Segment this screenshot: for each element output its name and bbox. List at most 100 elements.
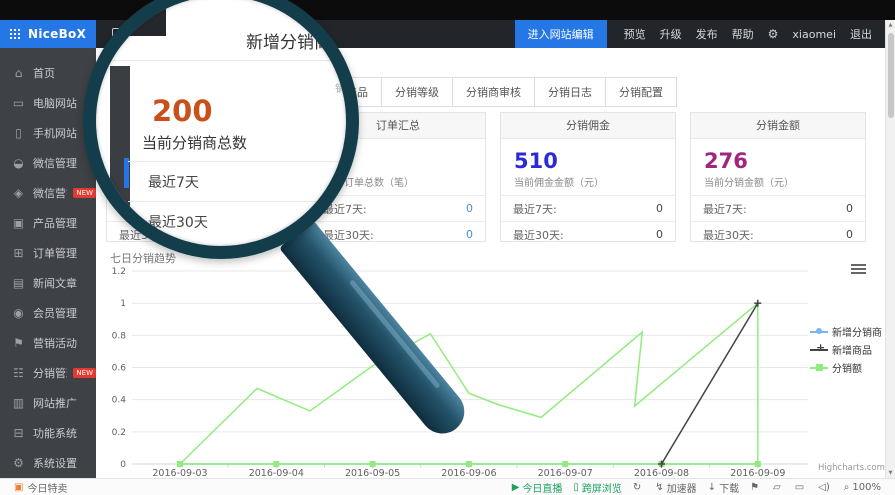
svg-text:0: 0 (120, 460, 126, 470)
status-bar-item-label: 今日直播 (522, 480, 562, 495)
enter-site-editor-button[interactable]: 进入网站编辑 (515, 20, 607, 48)
lens-ghost-row-text: 0天: (312, 220, 332, 235)
svg-text:2016-09-05: 2016-09-05 (345, 468, 400, 478)
sidebar-item-label: 微信管理 (33, 155, 77, 171)
status-bar-item[interactable]: ▯ 跨屏浏览 (573, 480, 622, 495)
card-label: 当前佣金金额（元） (514, 174, 675, 189)
username-menu[interactable]: xiaomei (792, 28, 836, 41)
sidebar-item-label: 新闻文章 (33, 275, 77, 291)
card-title: 分销金额 (691, 113, 865, 139)
row-value: 0 (656, 202, 663, 215)
status-bar-item[interactable]: ▭ (795, 482, 807, 493)
distribution-tab[interactable]: 分销配置 (605, 77, 677, 107)
sidebar-item-icon: ◈ (12, 186, 25, 200)
status-bar-item-icon: ↻ (633, 482, 641, 493)
svg-text:1.2: 1.2 (112, 267, 126, 277)
sidebar-item-icon: ▯ (12, 126, 25, 140)
sidebar-item-icon: ▥ (12, 396, 25, 410)
row-label: 最近30天: (513, 227, 564, 243)
sidebar: ⌂ 首页 ▭ 电脑网站 ▯ 手机网站 ◒ 微信管理 ◈ 微信营销 NEW ▣ 产… (0, 48, 96, 478)
status-bar-item-icon: ⚑ (750, 482, 759, 493)
header-link[interactable]: 帮助 (732, 26, 754, 42)
scrollbar-thumb[interactable] (888, 33, 894, 118)
card-label: 当前订单总数（笔） (324, 174, 485, 189)
nicebox-logo[interactable]: NiceBoX (0, 20, 96, 48)
row-value: 0 (466, 228, 473, 241)
svg-text:2016-09-06: 2016-09-06 (441, 468, 496, 478)
legend-item[interactable]: 分销额 (810, 360, 882, 375)
header-link[interactable]: 发布 (696, 26, 718, 42)
status-bar-item-icon: ↓ (708, 482, 716, 493)
gear-icon[interactable]: ⚙ (768, 27, 779, 41)
header-links: 预览 升级 发布 帮助 (617, 26, 761, 42)
svg-text:2016-09-08: 2016-09-08 (634, 468, 689, 478)
chart-legend: 新增分销商 +新增商品分销额 (810, 324, 882, 375)
status-bar-item-icon: ▱ (773, 482, 781, 493)
vertical-scrollbar[interactable]: ▲ ▼ (885, 20, 895, 478)
status-bar-item[interactable]: ↯ 加速器 (655, 480, 696, 495)
sidebar-item[interactable]: ▤ 新闻文章 (0, 268, 96, 298)
highcharts-credit: Highcharts.com (818, 463, 885, 473)
status-bar-item-icon: ▶ (512, 482, 520, 493)
sidebar-item-label: 微信营销 (33, 185, 67, 201)
card-value: 510 (514, 148, 675, 174)
status-bar-item[interactable]: ◁) (818, 482, 833, 493)
sidebar-item-label: 电脑网站 (33, 95, 77, 111)
sidebar-item-icon: ⊞ (12, 246, 25, 260)
distribution-tab[interactable]: 分销日志 (534, 77, 606, 107)
legend-label: 分销额 (832, 360, 862, 375)
header-link[interactable]: 升级 (660, 26, 682, 42)
status-bar-item[interactable]: ↻ (633, 482, 644, 493)
sidebar-item[interactable]: ▥ 网站推广 (0, 388, 96, 418)
sidebar-item-icon: ▤ (12, 276, 25, 290)
status-bar-item[interactable]: ↓ 下载 (708, 480, 739, 495)
legend-item[interactable]: 新增分销商 (810, 324, 882, 339)
legend-label: 新增商品 (832, 342, 872, 357)
distribution-tab[interactable]: 分销商审核 (452, 77, 535, 107)
sidebar-item[interactable]: ◒ 微信管理 (0, 148, 96, 178)
status-bar-item[interactable]: ⌕ 100% (844, 482, 881, 493)
scroll-down-icon[interactable]: ▼ (886, 470, 895, 476)
sidebar-item[interactable]: ☷ 分销管理 NEW (0, 358, 96, 388)
logo-text: NiceBoX (28, 27, 86, 41)
sidebar-item-icon: ◒ (12, 156, 25, 170)
sidebar-item[interactable]: ◉ 会员管理 (0, 298, 96, 328)
status-bar-item-label: 下载 (719, 480, 739, 495)
sidebar-item-icon: ⊟ (12, 426, 25, 440)
today-sale-label: 今日特卖 (27, 480, 67, 495)
status-bar-item-label: 100% (852, 482, 881, 493)
header-link[interactable]: 预览 (624, 26, 646, 42)
status-bar-item-label: 跨屏浏览 (582, 480, 622, 495)
sidebar-item[interactable]: ⚑ 营销活动 (0, 328, 96, 358)
svg-text:0.2: 0.2 (112, 428, 126, 438)
sidebar-item[interactable]: ◈ 微信营销 NEW (0, 178, 96, 208)
legend-item[interactable]: +新增商品 (810, 342, 882, 357)
svg-text:2016-09-03: 2016-09-03 (152, 468, 207, 478)
sidebar-item-label: 营销活动 (33, 335, 77, 351)
card-title: 分销佣金 (501, 113, 675, 139)
sidebar-item-icon: ▭ (12, 96, 25, 110)
sidebar-item-label: 手机网站 (33, 125, 77, 141)
sidebar-item-icon: ⚑ (12, 336, 25, 350)
sidebar-item-icon: ⚙ (12, 456, 25, 470)
distribution-tab[interactable]: 分销等级 (381, 77, 453, 107)
today-sale-item[interactable]: ▣ 今日特卖 (14, 480, 67, 495)
sidebar-item[interactable]: ▣ 产品管理 (0, 208, 96, 238)
sidebar-item[interactable]: ⊟ 功能系统 (0, 418, 96, 448)
row-value: 0 (846, 228, 853, 241)
status-bar-item[interactable]: ▱ (773, 482, 784, 493)
scroll-up-icon[interactable]: ▲ (886, 22, 895, 28)
sidebar-item[interactable]: ▯ 手机网站 (0, 118, 96, 148)
sidebar-item[interactable]: ⊞ 订单管理 (0, 238, 96, 268)
logout-link[interactable]: 退出 (850, 26, 872, 42)
status-bar-item-icon: ▯ (573, 482, 579, 493)
status-bar-item[interactable]: ▶ 今日直播 (512, 480, 563, 495)
sidebar-item[interactable]: ⚙ 系统设置 (0, 448, 96, 478)
sidebar-item[interactable]: ▭ 电脑网站 (0, 88, 96, 118)
status-bar-tools: ▶ 今日直播 ▯ 跨屏浏览 ↻ ↯ 加速器 ↓ 下载 ⚑ ▱ ▭ ◁) ⌕ 10… (512, 480, 895, 495)
status-bar-item[interactable]: ⚑ (750, 482, 762, 493)
sidebar-item[interactable]: ⌂ 首页 (0, 58, 96, 88)
status-bar-item-icon: ⌕ (844, 482, 850, 493)
sidebar-item-icon: ◉ (12, 306, 25, 320)
svg-text:0.4: 0.4 (112, 396, 127, 406)
